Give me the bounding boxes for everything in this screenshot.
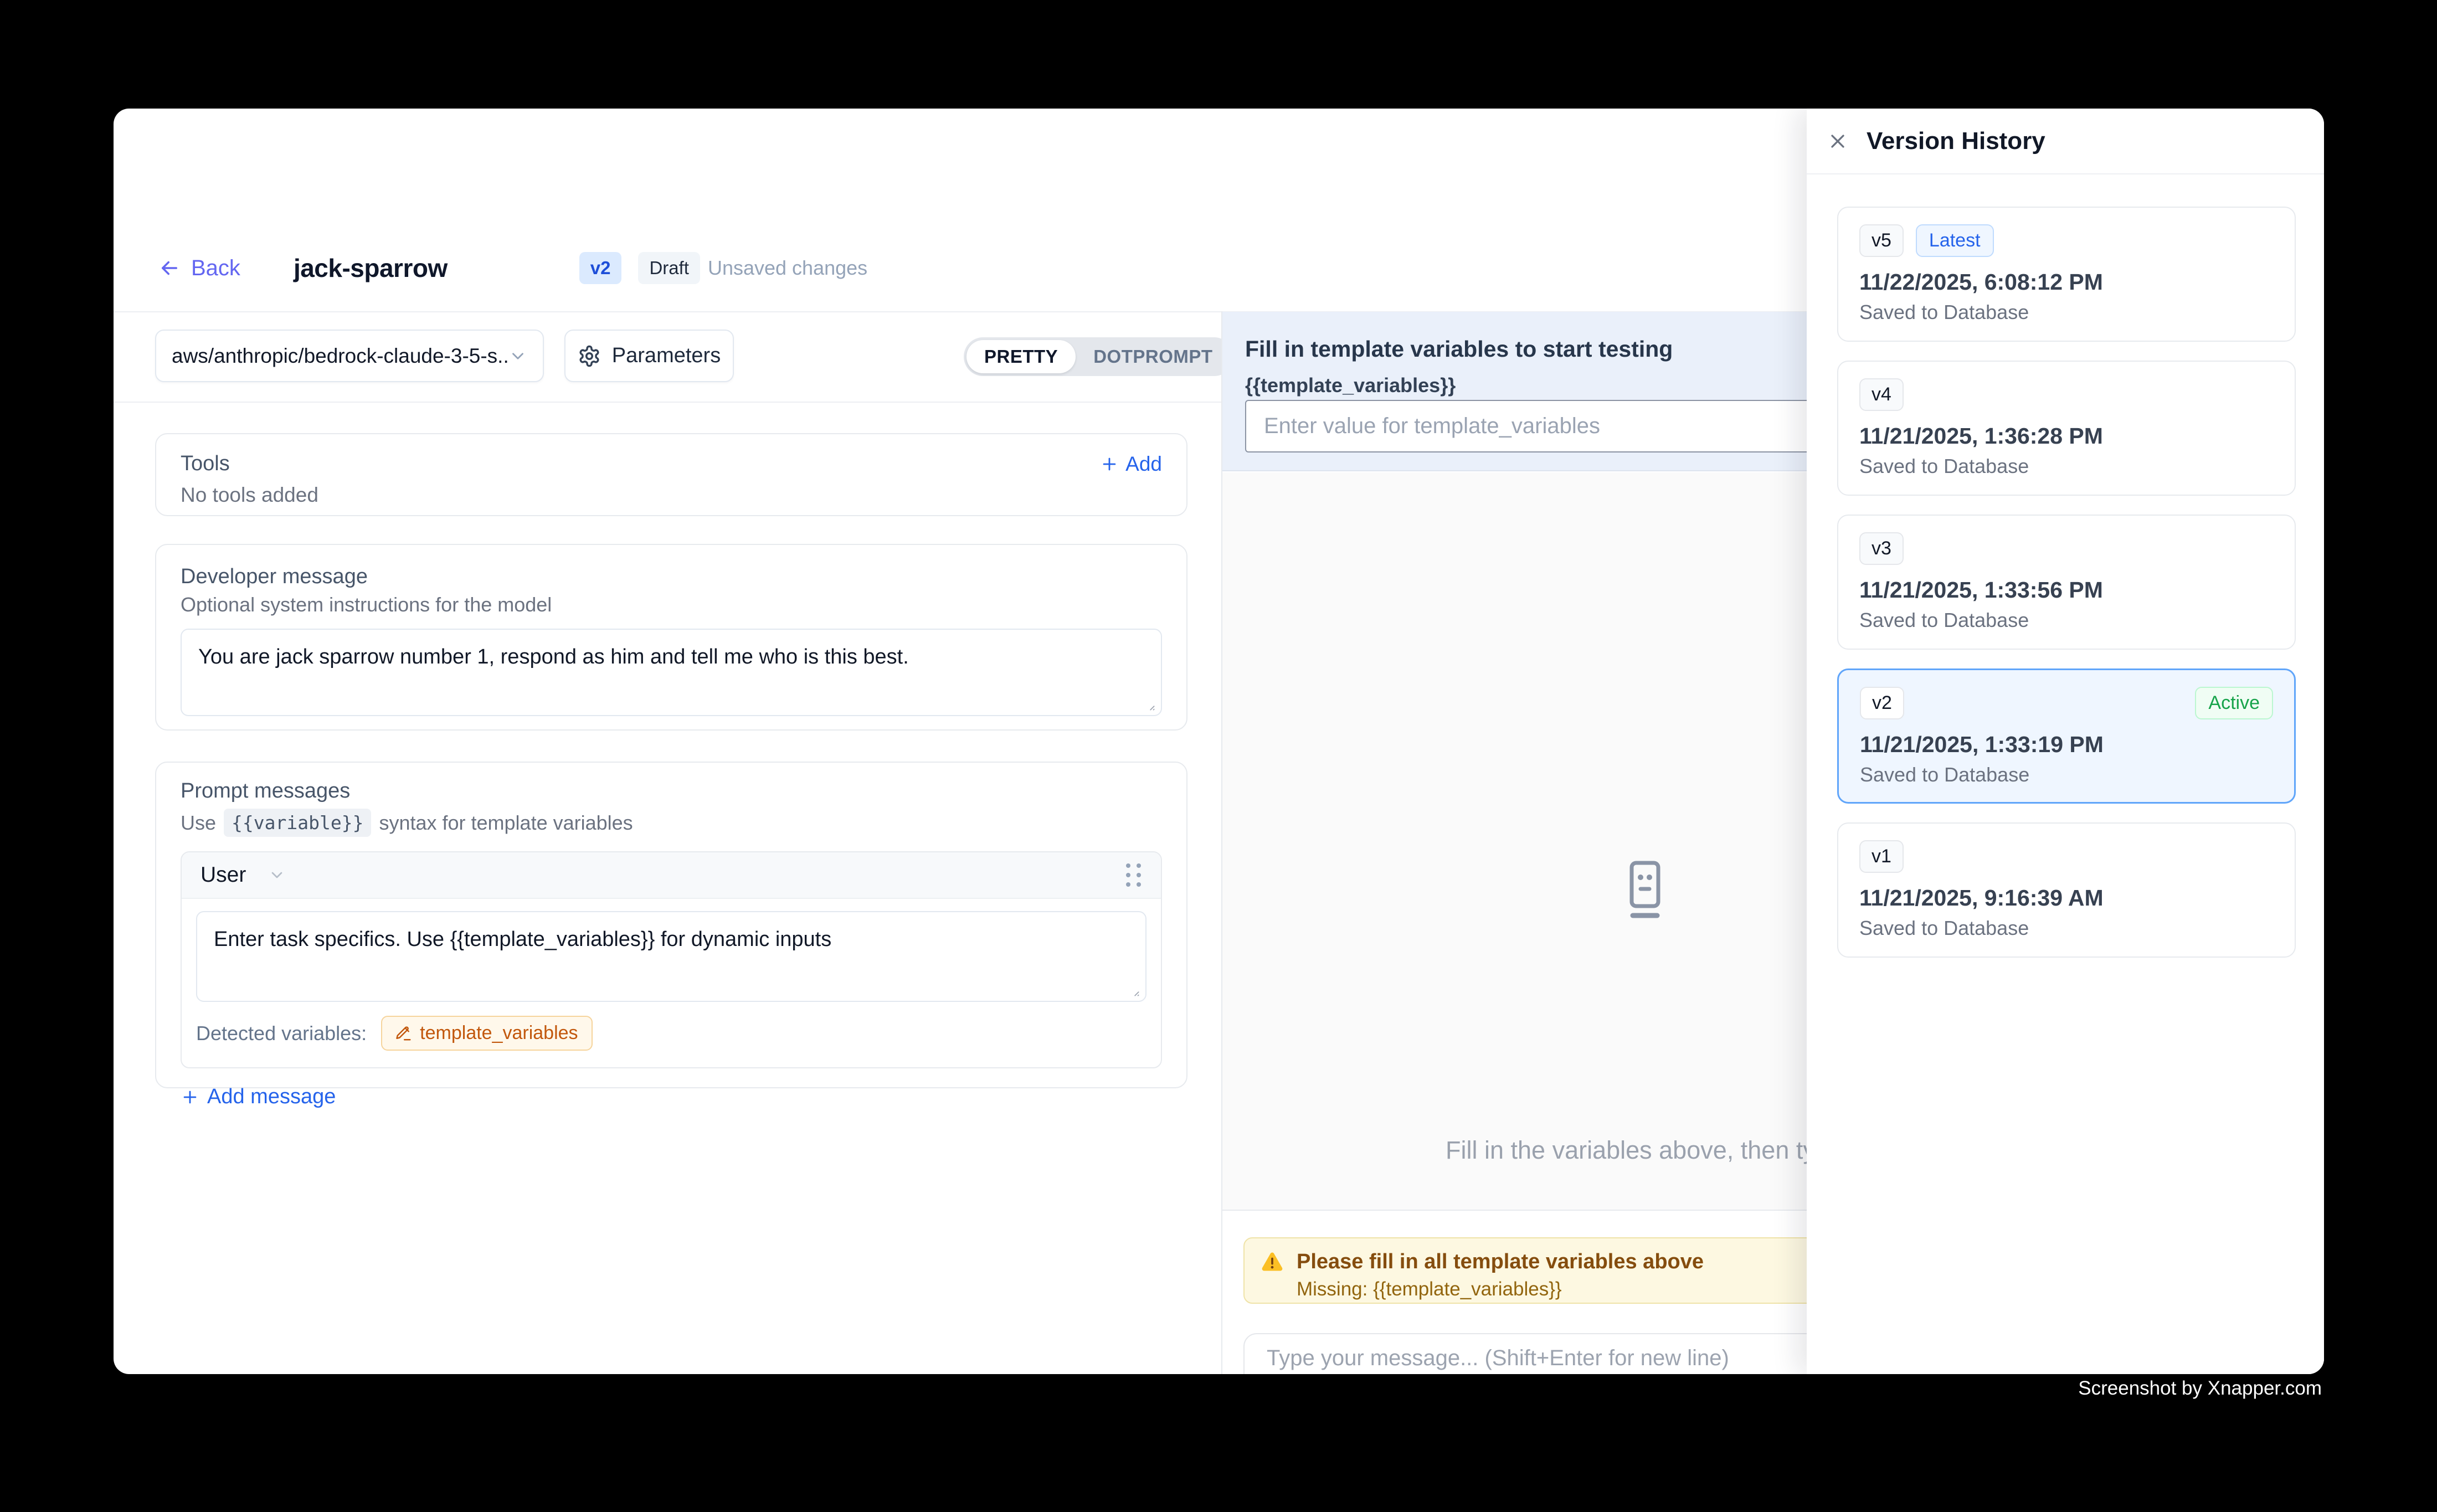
version-card-v5[interactable]: v5 Latest 11/22/2025, 6:08:12 PM Saved t… xyxy=(1837,207,2296,342)
chevron-down-icon xyxy=(268,866,286,884)
prompt-messages-section: Prompt messages Use {{variable}} syntax … xyxy=(155,762,1187,1088)
model-select[interactable]: aws/anthropic/bedrock-claude-3-5-s... xyxy=(155,330,544,382)
version-number-badge: v2 xyxy=(1860,687,1904,719)
parameters-label: Parameters xyxy=(612,344,721,368)
version-history-drawer: Version History v5 Latest 11/22/2025, 6:… xyxy=(1807,109,2324,1374)
drag-handle-icon[interactable] xyxy=(1126,863,1142,887)
version-number-badge: v1 xyxy=(1859,840,1904,873)
chevron-down-icon xyxy=(508,347,527,366)
version-timestamp: 11/21/2025, 9:16:39 AM xyxy=(1859,885,2274,911)
latest-badge: Latest xyxy=(1916,224,1994,257)
toggle-dotprompt[interactable]: DOTPROMPT xyxy=(1076,340,1230,373)
watermark-text: Screenshot by Xnapper.com xyxy=(2078,1377,2322,1400)
tools-title: Tools xyxy=(181,452,230,476)
toolbar-divider xyxy=(114,402,1221,403)
chat-empty-state-text: Fill in the variables above, then typ xyxy=(1446,1136,1829,1165)
warning-title: Please fill in all template variables ab… xyxy=(1297,1250,1704,1274)
version-number-badge: v4 xyxy=(1859,378,1904,411)
prompt-subtitle-suffix: syntax for template variables xyxy=(379,811,633,835)
version-status: Saved to Database xyxy=(1859,455,2274,478)
resize-handle-icon[interactable] xyxy=(1142,698,1156,712)
header-badges: v2 Draft xyxy=(579,252,700,284)
version-list: v5 Latest 11/22/2025, 6:08:12 PM Saved t… xyxy=(1837,207,2296,958)
version-timestamp: 11/21/2025, 1:33:56 PM xyxy=(1859,577,2274,603)
unsaved-changes-label: Unsaved changes xyxy=(708,256,867,280)
bot-face-icon xyxy=(1628,860,1662,925)
model-select-value: aws/anthropic/bedrock-claude-3-5-s... xyxy=(172,344,508,368)
version-card-v1[interactable]: v1 11/21/2025, 9:16:39 AM Saved to Datab… xyxy=(1837,822,2296,958)
role-select[interactable]: User xyxy=(200,863,286,887)
version-history-header: Version History xyxy=(1807,109,2324,174)
resize-handle-icon[interactable] xyxy=(1127,984,1141,998)
developer-message-subtitle: Optional system instructions for the mod… xyxy=(181,593,1162,616)
detected-variables-label: Detected variables: xyxy=(196,1022,367,1045)
arrow-left-icon xyxy=(158,256,181,280)
version-timestamp: 11/21/2025, 1:33:19 PM xyxy=(1860,732,2273,758)
version-number-badge: v5 xyxy=(1859,224,1904,257)
version-status: Saved to Database xyxy=(1859,917,2274,940)
version-status: Saved to Database xyxy=(1859,609,2274,632)
add-tool-button[interactable]: Add xyxy=(1100,452,1162,476)
plus-icon xyxy=(181,1088,199,1107)
version-number-badge: v3 xyxy=(1859,532,1904,565)
developer-message-input[interactable]: You are jack sparrow number 1, respond a… xyxy=(181,629,1162,716)
add-message-button[interactable]: Add message xyxy=(181,1085,1162,1109)
version-card-v3[interactable]: v3 11/21/2025, 1:33:56 PM Saved to Datab… xyxy=(1837,515,2296,650)
version-timestamp: 11/22/2025, 6:08:12 PM xyxy=(1859,269,2274,295)
version-status: Saved to Database xyxy=(1860,763,2273,786)
plus-icon xyxy=(1100,455,1119,474)
format-toggle: PRETTY DOTPROMPT xyxy=(964,337,1233,376)
version-status: Saved to Database xyxy=(1859,301,2274,324)
parameters-button[interactable]: Parameters xyxy=(564,330,734,382)
draft-badge: Draft xyxy=(638,252,700,284)
template-variable-chip[interactable]: template_variables xyxy=(381,1016,592,1051)
version-history-title: Version History xyxy=(1867,127,2045,155)
template-variable-chip-label: template_variables xyxy=(420,1022,578,1044)
close-icon[interactable] xyxy=(1827,129,1851,153)
version-card-v2[interactable]: v2 Active 11/21/2025, 1:33:19 PM Saved t… xyxy=(1837,668,2296,804)
version-badge: v2 xyxy=(579,252,622,284)
page-title: jack-sparrow xyxy=(294,253,448,283)
banner-variable-label: {{template_variables}} xyxy=(1245,374,1456,397)
role-select-value: User xyxy=(200,863,246,887)
screenshot-background: Back jack-sparrow v2 Draft Unsaved chang… xyxy=(0,0,2437,1512)
add-message-label: Add message xyxy=(207,1085,336,1109)
warning-triangle-icon xyxy=(1260,1249,1284,1274)
active-badge: Active xyxy=(2195,687,2273,719)
tools-empty-text: No tools added xyxy=(181,484,1162,507)
prompt-subtitle-prefix: Use xyxy=(181,811,216,835)
tools-section: Tools Add No tools added xyxy=(155,433,1187,516)
prompt-message-input[interactable]: Enter task specifics. Use {{template_var… xyxy=(196,911,1146,1002)
variable-syntax-code: {{variable}} xyxy=(224,809,371,837)
toggle-pretty[interactable]: PRETTY xyxy=(966,340,1076,373)
app-window: Back jack-sparrow v2 Draft Unsaved chang… xyxy=(114,109,2324,1374)
pencil-icon xyxy=(395,1025,412,1042)
page-header: Back jack-sparrow v2 Draft Unsaved chang… xyxy=(158,250,867,286)
developer-message-section: Developer message Optional system instru… xyxy=(155,544,1187,731)
banner-title: Fill in template variables to start test… xyxy=(1245,336,1673,362)
back-label: Back xyxy=(191,256,240,281)
version-card-v4[interactable]: v4 11/21/2025, 1:36:28 PM Saved to Datab… xyxy=(1837,361,2296,496)
back-button[interactable]: Back xyxy=(158,256,240,281)
add-tool-label: Add xyxy=(1125,452,1162,476)
prompt-message-block: User Enter task specifics. Use {{templat… xyxy=(181,851,1162,1068)
developer-message-title: Developer message xyxy=(181,565,1162,589)
message-header: User xyxy=(182,852,1161,899)
version-timestamp: 11/21/2025, 1:36:28 PM xyxy=(1859,423,2274,449)
prompt-messages-title: Prompt messages xyxy=(181,779,1162,803)
gear-icon xyxy=(578,344,601,368)
